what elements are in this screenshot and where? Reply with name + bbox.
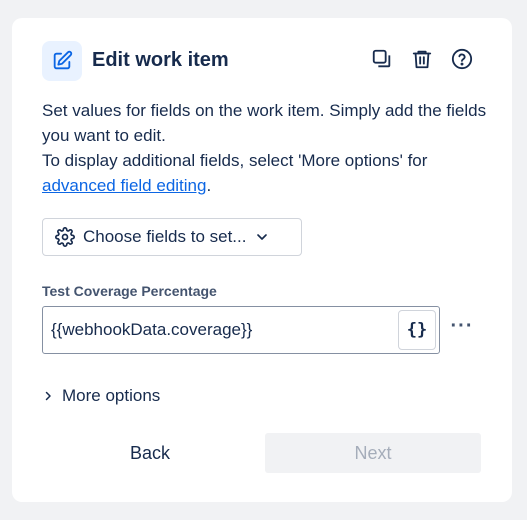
more-icon: ··· [450, 314, 474, 337]
description: Set values for fields on the work item. … [42, 98, 492, 198]
chevron-down-icon [254, 229, 270, 245]
field-input-container: {} [42, 306, 440, 354]
duplicate-button[interactable] [369, 48, 395, 74]
help-button[interactable] [449, 48, 475, 74]
help-icon [451, 48, 473, 75]
panel-title: Edit work item [92, 49, 229, 71]
more-actions-button[interactable]: ··· [448, 314, 476, 338]
edit-work-item-panel: Edit work item Set values for fields on … [12, 18, 512, 502]
more-options-label: More options [62, 386, 161, 405]
choose-fields-button[interactable]: Choose fields to set... [42, 218, 302, 256]
chevron-right-icon [42, 390, 54, 402]
delete-icon [411, 48, 433, 75]
duplicate-icon [371, 48, 393, 75]
description-line-1: Set values for fields on the work item. … [42, 101, 487, 145]
field-label: Test Coverage Percentage [42, 283, 217, 299]
gear-icon [55, 227, 75, 247]
braces-icon: {} [406, 320, 428, 340]
next-button[interactable]: Next [265, 433, 481, 473]
advanced-field-editing-link[interactable]: advanced field editing [42, 176, 206, 195]
more-options-toggle[interactable]: More options [42, 383, 160, 409]
test-coverage-input[interactable] [43, 307, 388, 353]
edit-icon [42, 41, 82, 81]
back-button[interactable]: Back [42, 433, 258, 473]
delete-button[interactable] [409, 48, 435, 74]
description-line-2-prefix: To display additional fields, select 'Mo… [42, 151, 428, 170]
description-line-2-suffix: . [206, 176, 212, 195]
choose-fields-label: Choose fields to set... [83, 227, 247, 246]
smart-value-button[interactable]: {} [398, 310, 436, 350]
description-line-2: To display additional fields, select 'Mo… [42, 148, 492, 198]
